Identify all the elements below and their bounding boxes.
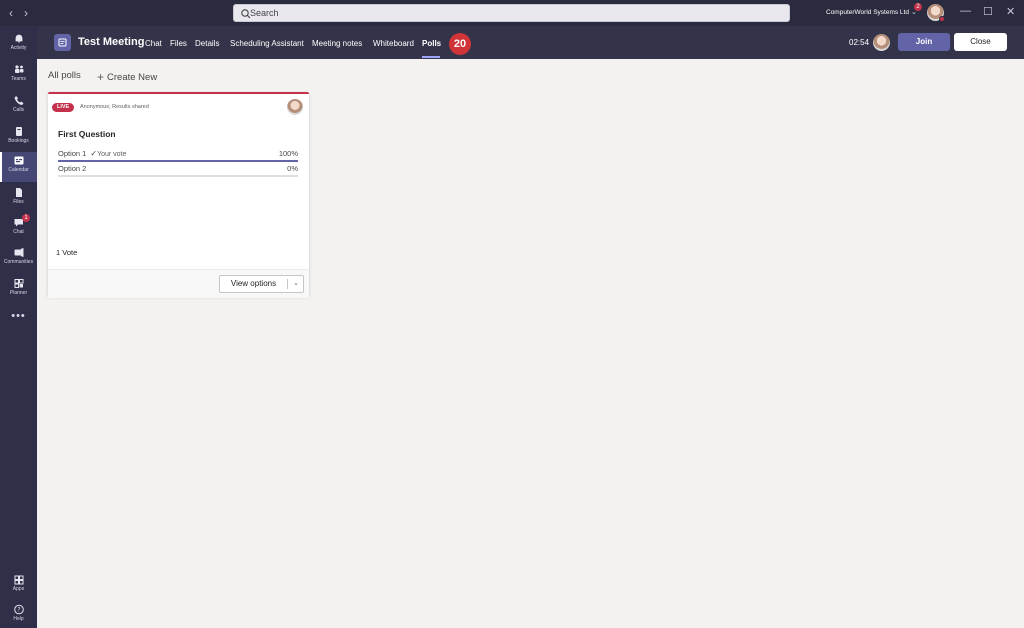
search-input[interactable]: Search [233, 4, 790, 22]
poll-option: Option 2 0% [58, 164, 298, 180]
teams-icon [14, 65, 23, 73]
help-icon: ? [13, 604, 24, 615]
meeting-title: Test Meeting [78, 36, 145, 48]
meeting-header: Test Meeting Chat Files Details Scheduli… [37, 26, 1024, 59]
meeting-icon [54, 34, 71, 51]
tab-details[interactable]: Details [195, 39, 219, 48]
files-icon [15, 188, 22, 197]
app-rail: Activity Teams Calls Bookings Calendar F… [0, 26, 37, 628]
chat-badge: 1 [22, 214, 30, 222]
apps-icon [14, 575, 23, 585]
org-name[interactable]: ComputerWorld Systems Ltd [826, 9, 909, 16]
create-new-button[interactable]: + Create New [97, 70, 157, 84]
option-label: Option 2 [58, 164, 87, 173]
bell-icon [15, 34, 22, 43]
poll-question: First Question [58, 129, 116, 139]
all-polls-tab[interactable]: All polls [48, 70, 81, 81]
chevron-down-icon[interactable]: ⌄ [289, 276, 303, 292]
rail-item-chat[interactable]: Chat 1 [0, 214, 37, 244]
view-options-button[interactable]: View options ⌄ [219, 275, 304, 293]
step-badge: 20 [449, 33, 471, 55]
planner-icon [14, 279, 23, 288]
join-button[interactable]: Join [898, 33, 950, 51]
rail-item-teams[interactable]: Teams [0, 61, 37, 91]
minimize-button[interactable]: — [960, 5, 971, 17]
tab-polls[interactable]: Polls [422, 39, 441, 48]
search-placeholder: Search [250, 8, 279, 18]
communities-icon [14, 248, 23, 257]
forward-icon[interactable]: › [24, 6, 28, 20]
bookings-icon [15, 127, 22, 136]
view-options-label: View options [230, 279, 277, 288]
poll-option: Option 1 ✓Your vote 100% [58, 149, 298, 165]
phone-icon [14, 96, 23, 105]
split-divider [287, 279, 288, 289]
option-progress-fill [58, 160, 298, 162]
close-window-button[interactable]: ✕ [1006, 5, 1015, 18]
rail-item-calendar[interactable]: Calendar [0, 152, 37, 182]
calendar-icon [14, 156, 23, 165]
status-indicator [939, 16, 945, 22]
your-vote-label: Your vote [97, 151, 127, 158]
tab-chat[interactable]: Chat [145, 39, 162, 48]
more-apps-icon[interactable]: ••• [0, 310, 37, 322]
poll-card: LIVE Anonymous; Results shared First Que… [48, 92, 309, 298]
back-icon[interactable]: ‹ [9, 6, 13, 20]
rail-item-files[interactable]: Files [0, 184, 37, 214]
option-label: Option 1 [58, 149, 87, 158]
svg-text:?: ? [17, 607, 20, 614]
tab-files[interactable]: Files [170, 39, 187, 48]
rail-item-activity[interactable]: Activity [0, 30, 37, 60]
tab-meeting-notes[interactable]: Meeting notes [312, 39, 362, 48]
rail-item-bookings[interactable]: Bookings [0, 123, 37, 153]
poll-visibility: Anonymous; Results shared [80, 104, 149, 110]
rail-item-planner[interactable]: Planner [0, 275, 37, 305]
notification-badge: 2 [914, 3, 922, 11]
maximize-button[interactable]: ☐ [983, 5, 993, 18]
option-progress-track [58, 160, 298, 162]
active-tab-indicator [422, 56, 440, 58]
card-footer: View options ⌄ [48, 269, 309, 298]
live-badge: LIVE [52, 103, 75, 112]
title-bar: ‹ › Search ComputerWorld Systems Ltd ⌄ 2… [0, 0, 1024, 26]
create-new-label: Create New [107, 72, 158, 83]
close-button[interactable]: Close [954, 33, 1007, 51]
meeting-timer: 02:54 [849, 38, 870, 47]
tab-scheduling-assistant[interactable]: Scheduling Assistant [230, 39, 304, 48]
option-percent: 100% [278, 149, 298, 158]
plus-icon: + [97, 70, 105, 84]
option-percent: 0% [287, 164, 298, 173]
vote-count: 1 Vote [56, 248, 78, 257]
tab-whiteboard[interactable]: Whiteboard [373, 39, 414, 48]
rail-item-help[interactable]: ? Help [0, 601, 37, 628]
rail-item-calls[interactable]: Calls [0, 92, 37, 122]
option-progress-track [58, 175, 298, 177]
author-avatar [287, 99, 303, 115]
rail-item-communities[interactable]: Communities [0, 244, 37, 274]
rail-item-apps[interactable]: Apps [0, 571, 37, 601]
participant-avatar[interactable] [873, 34, 890, 51]
